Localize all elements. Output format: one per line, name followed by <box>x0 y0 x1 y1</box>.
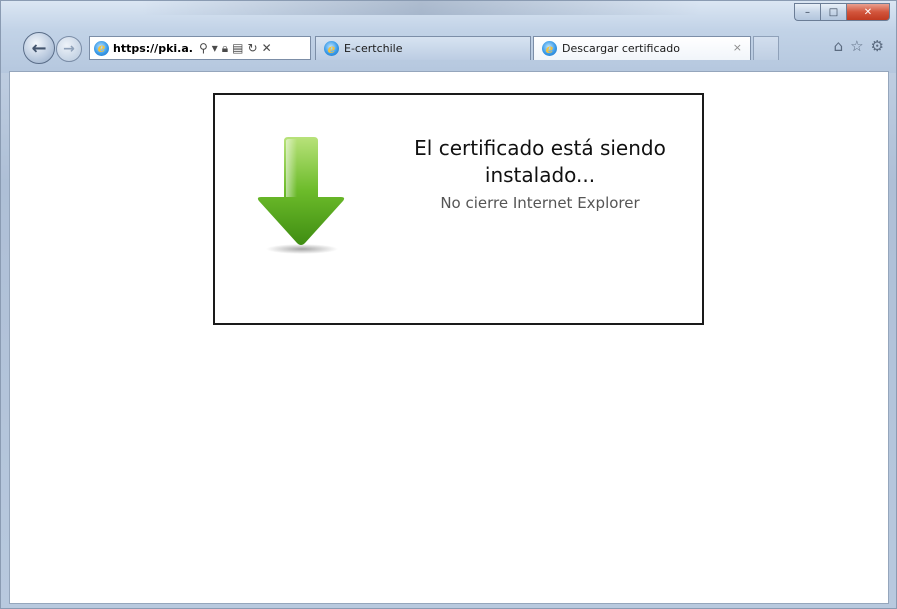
browser-window: – □ ✕ ← → e https://pki.a. ⚲ ▾ 🔒︎ ▤ ↻ ✕ … <box>0 0 897 609</box>
tab-descargar-certificado[interactable]: e Descargar certificado × <box>533 36 751 60</box>
ie-tab-icon: e <box>542 41 557 56</box>
install-status-box: El certificado está siendo instalado... … <box>213 93 704 325</box>
tools-gear-icon[interactable]: ⚙ <box>871 37 884 55</box>
tab-label: Descargar certificado <box>562 42 680 55</box>
ie-tab-icon: e <box>324 41 339 56</box>
ie-site-icon: e <box>94 40 109 56</box>
back-arrow-icon: ← <box>31 37 47 59</box>
address-url-text: https://pki.a. <box>113 41 193 55</box>
download-arrow-icon <box>251 135 351 255</box>
lock-icon[interactable]: 🔒︎ <box>222 41 228 56</box>
address-url[interactable]: https://pki.a. <box>113 42 193 55</box>
back-button[interactable]: ← <box>23 32 55 64</box>
tab-label: E-certchile <box>344 42 403 55</box>
title-bar-reflection <box>141 1 701 15</box>
browser-toolbar: ⌂ ☆ ⚙ <box>834 37 884 55</box>
favorites-star-icon[interactable]: ☆ <box>850 37 863 55</box>
tab-close-icon[interactable]: × <box>733 41 742 54</box>
address-bar[interactable]: e https://pki.a. ⚲ ▾ 🔒︎ ▤ ↻ ✕ <box>89 36 311 60</box>
compatibility-icon[interactable]: ▤ <box>232 41 243 55</box>
forward-button[interactable]: → <box>56 36 82 62</box>
home-icon[interactable]: ⌂ <box>834 37 844 55</box>
minimize-button[interactable]: – <box>794 3 820 21</box>
stop-icon[interactable]: ✕ <box>262 41 272 55</box>
refresh-icon[interactable]: ↻ <box>248 41 258 55</box>
maximize-button[interactable]: □ <box>820 3 846 21</box>
new-tab-button[interactable] <box>753 36 779 60</box>
address-bar-icons: ⚲ ▾ 🔒︎ ▤ ↻ ✕ <box>199 41 276 56</box>
dropdown-icon[interactable]: ▾ <box>212 41 218 55</box>
tab-e-certchile[interactable]: e E-certchile <box>315 36 531 60</box>
search-icon[interactable]: ⚲ <box>199 41 208 55</box>
window-caption-buttons: – □ ✕ <box>794 3 890 21</box>
forward-arrow-icon: → <box>63 41 75 57</box>
close-window-button[interactable]: ✕ <box>846 3 890 21</box>
install-status-title: El certificado está siendo instalado... <box>414 136 666 187</box>
page-content: El certificado está siendo instalado... … <box>9 71 889 604</box>
install-status-subtitle: No cierre Internet Explorer <box>440 194 640 212</box>
